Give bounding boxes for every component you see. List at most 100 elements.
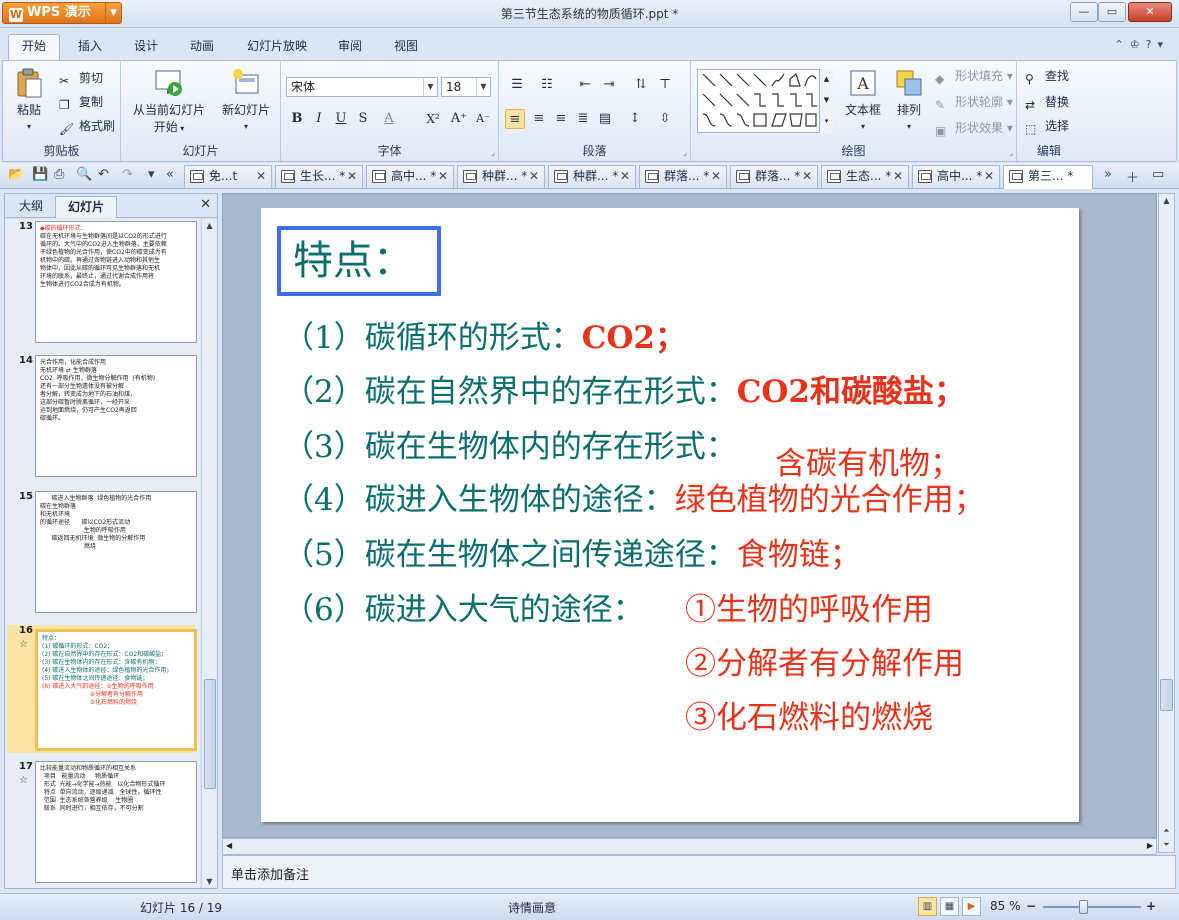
current-slide[interactable]: 特点： （1）碳循环的形式：CO2； （2）碳在自然界中的存在形式：CO2和碳酸… bbox=[261, 208, 1079, 822]
help-icon[interactable]: ? bbox=[1146, 38, 1158, 51]
minimize-button[interactable]: — bbox=[1070, 2, 1098, 22]
scroll-right-icon[interactable]: ▶ bbox=[1147, 841, 1153, 850]
content-line-6[interactable]: （6）碳进入大气的途径： bbox=[283, 590, 644, 630]
document-tab[interactable]: 群落... * ✕ bbox=[730, 165, 818, 188]
font-name-select[interactable]: 宋体 ▼ bbox=[286, 77, 438, 97]
justify-button[interactable]: ≣ bbox=[573, 109, 593, 129]
close-tab-icon[interactable]: ✕ bbox=[620, 166, 630, 187]
dialog-launcher-icon[interactable]: ⌟ bbox=[491, 148, 495, 157]
paragraph-spacing-button[interactable]: ⇳ bbox=[655, 109, 675, 129]
tab-animation[interactable]: 动画 bbox=[180, 36, 224, 60]
slide-editor[interactable]: 特点： （1）碳循环的形式：CO2； （2）碳在自然界中的存在形式：CO2和碳酸… bbox=[222, 193, 1157, 838]
tab-list-icon[interactable]: ▭ bbox=[1152, 167, 1164, 182]
content-line-3[interactable]: （3）碳在生物体内的存在形式： bbox=[283, 427, 737, 467]
underline-button[interactable]: U bbox=[331, 109, 351, 129]
slide-thumbnail[interactable]: 16 ☆ 特点： (1) 碳循环的形式：CO2； (2) 碳在自然界中的存在形式：CO2… bbox=[7, 625, 197, 753]
tab-slides[interactable]: 幻灯片 bbox=[55, 196, 117, 218]
slide-thumbnail[interactable]: 17 ☆ 比较能量流动和物质循环的相互关系 项目 能量流动 物质循环 形式 光能→化… bbox=[7, 761, 197, 888]
line-spacing-button[interactable]: ↕ bbox=[625, 109, 645, 129]
tab-slideshow[interactable]: 幻灯片放映 bbox=[238, 36, 316, 60]
tab-insert[interactable]: 插入 bbox=[68, 36, 112, 60]
superscript-button[interactable]: X² bbox=[423, 109, 443, 129]
new-slide-button[interactable]: 新幻灯片 ▾ bbox=[217, 67, 275, 132]
document-tab[interactable]: 高中... * ✕ bbox=[366, 165, 454, 188]
content-line-6-answer-1[interactable]: ①生物的呼吸作用 bbox=[685, 590, 933, 630]
scrollbar-thumb[interactable] bbox=[1160, 679, 1173, 711]
decrease-indent-button[interactable]: ⇤ bbox=[575, 75, 595, 95]
tab-review[interactable]: 审阅 bbox=[328, 36, 372, 60]
slide-sorter-button[interactable]: ▦ bbox=[940, 897, 959, 916]
play-from-current-button[interactable]: 从当前幻灯片 开始 ▾ bbox=[129, 67, 209, 135]
paste-button[interactable]: 粘贴 ▾ bbox=[9, 67, 49, 132]
close-tab-icon[interactable]: ✕ bbox=[347, 166, 357, 187]
print-icon[interactable]: ⎙ bbox=[54, 167, 64, 182]
shape-outline-button[interactable]: ✎ 形状轮廓 ▾ bbox=[935, 93, 1013, 114]
scroll-down-icon[interactable]: ▼ bbox=[202, 877, 217, 886]
chevron-down-icon[interactable]: ▾ bbox=[1157, 38, 1169, 51]
slide-thumbnail-list[interactable]: 13 ◆碳的循环形式： 碳在无机环境与生物群落间是以CO2的形式进行 循环的。大气中的… bbox=[5, 219, 200, 888]
close-tab-icon[interactable]: ✕ bbox=[802, 166, 812, 187]
shrink-font-button[interactable]: A⁻ bbox=[473, 109, 493, 129]
replace-button[interactable]: ⇄ 替换 bbox=[1025, 93, 1069, 114]
textbox-button[interactable]: A 文本框 ▾ bbox=[841, 67, 885, 132]
document-tab[interactable]: 群落... * ✕ bbox=[639, 165, 727, 188]
tab-outline[interactable]: 大纲 bbox=[9, 196, 53, 218]
content-line-1[interactable]: （1）碳循环的形式：CO2； bbox=[283, 318, 686, 358]
align-left-button[interactable]: ≡ bbox=[505, 109, 525, 129]
format-painter-button[interactable]: 🖌 格式刷 bbox=[59, 117, 115, 138]
editor-horizontal-scrollbar[interactable]: ◀ ▶ bbox=[222, 838, 1157, 855]
content-line-4[interactable]: （4）碳进入生物体的途径：绿色植物的光合作用； bbox=[283, 480, 985, 520]
document-tab[interactable]: 高中... * ✕ bbox=[912, 165, 1000, 188]
zoom-in-button[interactable]: + bbox=[1146, 899, 1156, 913]
grow-font-button[interactable]: A⁺ bbox=[449, 109, 469, 129]
scroll-left-icon[interactable]: ◀ bbox=[226, 841, 232, 850]
zoom-out-button[interactable]: − bbox=[1026, 899, 1036, 913]
content-line-2[interactable]: （2）碳在自然界中的存在形式：CO2和碳酸盐； bbox=[283, 372, 965, 412]
tab-view[interactable]: 视图 bbox=[384, 36, 428, 60]
slide-thumbnail[interactable]: 13 ◆碳的循环形式： 碳在无机环境与生物群落间是以CO2的形式进行 循环的。大气中的… bbox=[7, 221, 197, 349]
shape-effect-button[interactable]: ▣ 形状效果 ▾ bbox=[935, 119, 1013, 140]
close-tab-icon[interactable]: ✕ bbox=[984, 166, 994, 187]
content-line-3-answer[interactable]: 含碳有机物； bbox=[775, 444, 961, 484]
shape-fill-button[interactable]: ◆ 形状填充 ▾ bbox=[935, 67, 1013, 88]
editor-vertical-scrollbar[interactable]: ▲ ⏶ ⏷ bbox=[1158, 193, 1175, 853]
arrange-button[interactable]: 排列 ▾ bbox=[889, 67, 929, 132]
skin-icon[interactable]: ♔ bbox=[1130, 38, 1146, 51]
undo-icon[interactable]: ↶ bbox=[98, 167, 109, 182]
close-tab-icon[interactable]: ✕ bbox=[438, 166, 448, 187]
close-tab-icon[interactable]: ✕ bbox=[711, 166, 721, 187]
scroll-up-icon[interactable]: ▲ bbox=[1159, 196, 1174, 205]
restore-button[interactable]: ▭ bbox=[1098, 2, 1126, 22]
text-direction-button[interactable]: ⇅ bbox=[631, 75, 651, 95]
slides-pane-scrollbar[interactable]: ▲ ▼ bbox=[201, 219, 217, 888]
numbering-button[interactable]: ☷ bbox=[537, 75, 557, 95]
document-tab[interactable]: 生长... * ✕ bbox=[275, 165, 363, 188]
font-color-button[interactable]: A bbox=[379, 109, 399, 129]
tab-scroll-right-icon[interactable]: » bbox=[1104, 167, 1112, 182]
close-icon[interactable]: ✕ bbox=[200, 197, 211, 212]
document-tab[interactable]: 种群... * ✕ bbox=[457, 165, 545, 188]
bullets-button[interactable]: ☰ bbox=[507, 75, 527, 95]
close-tab-icon[interactable]: ✕ bbox=[893, 166, 903, 187]
document-tab[interactable]: 第三... * bbox=[1003, 165, 1093, 189]
slide-thumbnail[interactable]: 14 光合作用，化能合成作用 无机环境 ⇄ 生物群落 CO2 呼吸作用，微生物分解作用… bbox=[7, 355, 197, 483]
redo-icon[interactable]: ↷ bbox=[122, 167, 133, 182]
font-size-select[interactable]: 18 ▼ bbox=[441, 77, 491, 97]
save-icon[interactable]: 💾 bbox=[32, 167, 48, 182]
align-text-button[interactable]: ⊤ bbox=[655, 75, 675, 95]
normal-view-button[interactable]: ▥ bbox=[918, 897, 937, 916]
zoom-slider-handle[interactable] bbox=[1079, 900, 1088, 914]
tab-scroll-left-icon[interactable]: « bbox=[166, 167, 174, 182]
document-tab[interactable]: 免...t ✕ bbox=[184, 165, 272, 188]
previous-slide-icon[interactable]: ⏶ bbox=[1159, 826, 1174, 836]
document-tab[interactable]: 生态... * ✕ bbox=[821, 165, 909, 188]
distribute-button[interactable]: ▤ bbox=[595, 109, 615, 129]
content-line-5[interactable]: （5）碳在生物体之间传递途径：食物链； bbox=[283, 535, 861, 575]
app-menu-button[interactable]: W WPS 演示 ▼ bbox=[2, 2, 122, 24]
shapes-gallery[interactable]: ▲ ▼ ▾ bbox=[697, 69, 833, 133]
dialog-launcher-icon[interactable]: ⌟ bbox=[683, 148, 687, 157]
new-tab-icon[interactable]: ＋ bbox=[1126, 167, 1139, 186]
gallery-scroll-icons[interactable]: ▲ ▼ ▾ bbox=[819, 69, 833, 133]
ribbon-help-icons[interactable]: ⌃♔?▾ bbox=[1115, 38, 1169, 51]
select-button[interactable]: ⬚ 选择 bbox=[1025, 117, 1069, 138]
